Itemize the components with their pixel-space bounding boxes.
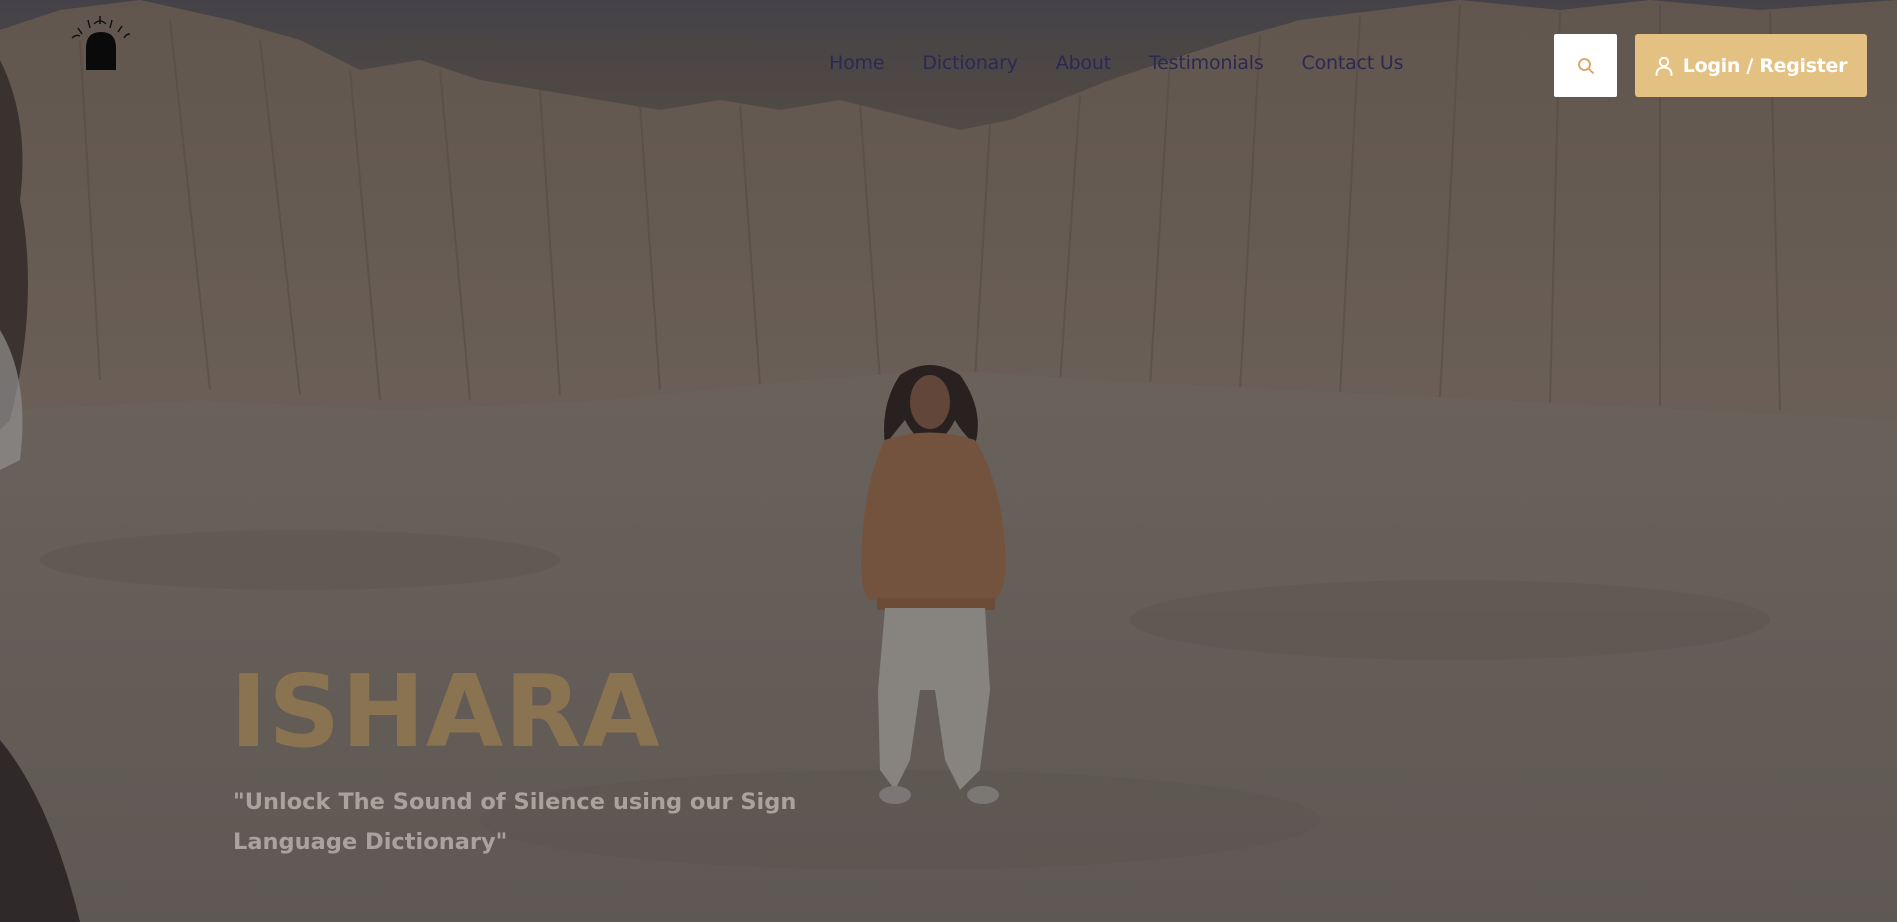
nav-home[interactable]: Home [829, 52, 885, 74]
hero-subtitle: "Unlock The Sound of Silence using our S… [233, 789, 797, 855]
hero-title: ISHARA [230, 653, 661, 770]
main-nav: Home Dictionary About Testimonials Conta… [829, 52, 1441, 74]
nav-dictionary[interactable]: Dictionary [922, 52, 1018, 74]
ishara-logo-icon[interactable] [66, 12, 140, 72]
nav-testimonials[interactable]: Testimonials [1149, 52, 1264, 74]
user-icon [1655, 56, 1673, 76]
login-register-label: Login / Register [1682, 54, 1848, 77]
search-button[interactable] [1554, 34, 1617, 97]
nav-contact-us[interactable]: Contact Us [1302, 52, 1404, 74]
login-register-button[interactable]: Login / Register [1635, 34, 1867, 97]
nav-about[interactable]: About [1056, 52, 1111, 74]
search-icon [1577, 57, 1594, 74]
